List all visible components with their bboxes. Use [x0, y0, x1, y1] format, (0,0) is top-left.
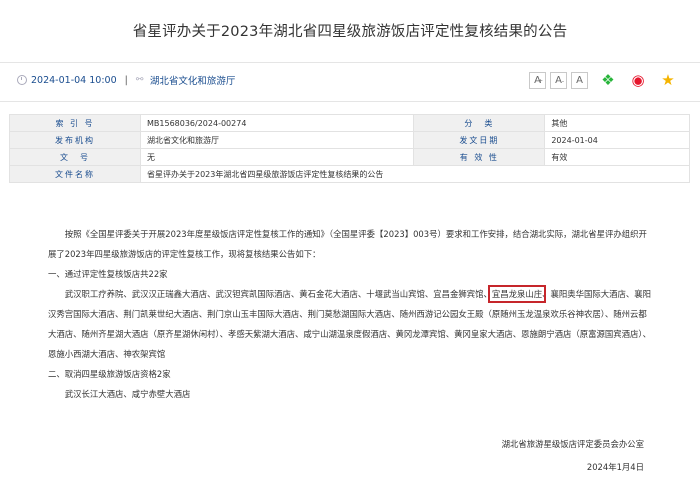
table-row: 文件名称 省星评办关于2023年湖北省四星级旅游饭店评定性复核结果的公告 — [9, 165, 690, 183]
publish-datetime: 2024-01-04 10:00 — [31, 74, 117, 86]
filename-label: 文件名称 — [9, 165, 141, 183]
section1-text-after: 、襄阳奥华国际大酒店、襄阳汉秀宫国际大酒店、荆门凯莱世纪大酒店、荆门京山玉丰国际… — [48, 289, 652, 359]
meta-bar: 2024-01-04 10:00 | ⚯ 湖北省文化和旅游厅 A + A- A ❖… — [0, 62, 700, 102]
issue-date-label: 发文日期 — [413, 131, 546, 149]
validity-label: 有 效 性 — [413, 148, 546, 166]
page-title: 省星评办关于2023年湖北省四星级旅游饭店评定性复核结果的公告 — [132, 24, 568, 40]
category-value: 其他 — [544, 114, 690, 132]
publisher-label: 发布机构 — [9, 131, 141, 149]
section1-text-before: 武汉职工疗养院、武汉汉正瑞鑫大酒店、武汉钽宾凯国际酒店、黄石金花大酒店、十堰武当… — [64, 289, 492, 299]
publisher-value: 湖北省文化和旅游厅 — [139, 131, 415, 149]
section1-heading: 一、通过评定性复核饭店共22家 — [48, 269, 168, 279]
index-value: MB1568036/2024-00274 — [139, 114, 415, 132]
section1-list: 武汉职工疗养院、武汉汉正瑞鑫大酒店、武汉钽宾凯国际酒店、黄石金花大酒店、十堰武当… — [48, 284, 655, 364]
table-row: 发布机构 湖北省文化和旅游厅 发文日期 2024-01-04 — [9, 131, 690, 149]
category-label: 分 类 — [413, 114, 546, 132]
document-info-table: 索 引 号 MB1568036/2024-00274 分 类 其他 发布机构 湖… — [9, 114, 690, 183]
font-reset-button[interactable]: A — [571, 71, 588, 89]
font-decrease-button[interactable]: A- — [550, 71, 567, 89]
doc-number-value: 无 — [139, 148, 415, 166]
publisher-icon: ⚯ — [135, 75, 144, 85]
intro-paragraph: 按照《全国星评委关于开展2023年度星级饭店评定性复核工作的通知》（全国星评委【… — [48, 229, 647, 259]
weibo-icon[interactable]: ◉ — [628, 71, 648, 89]
clock-icon — [17, 75, 27, 85]
filename-value: 省星评办关于2023年湖北省四星级旅游饭店评定性复核结果的公告 — [140, 165, 690, 183]
favorite-icon[interactable]: ★ — [658, 71, 678, 89]
table-row: 索 引 号 MB1568036/2024-00274 分 类 其他 — [9, 114, 690, 132]
table-row: 文 号 无 有 效 性 有效 — [9, 148, 690, 166]
article-body: 按照《全国星评委关于开展2023年度星级饭店评定性复核工作的通知》（全国星评委【… — [48, 224, 655, 404]
font-increase-button[interactable]: A + — [529, 71, 546, 89]
issue-date-value: 2024-01-04 — [544, 131, 690, 149]
meta-separator: | — [124, 74, 128, 86]
meta-info: 2024-01-04 10:00 | ⚯ 湖北省文化和旅游厅 — [17, 73, 235, 87]
wechat-icon[interactable]: ❖ — [598, 71, 618, 89]
publisher-name: 湖北省文化和旅游厅 — [149, 76, 236, 87]
validity-value: 有效 — [544, 148, 690, 166]
page-tools: A + A- A ❖ ◉ ★ — [525, 71, 678, 89]
doc-number-label: 文 号 — [9, 148, 141, 166]
index-label: 索 引 号 — [9, 114, 141, 132]
signature-org: 湖北省旅游星级饭店评定委员会办公室 — [501, 439, 644, 449]
section2-heading: 二、取消四星级旅游饭店资格2家 — [48, 369, 171, 379]
signature-date: 2024年1月4日 — [586, 462, 644, 472]
highlighted-hotel: 宜昌龙泉山庄 — [487, 285, 547, 303]
section2-list: 武汉长江大酒店、咸宁赤壁大酒店 — [64, 389, 191, 399]
